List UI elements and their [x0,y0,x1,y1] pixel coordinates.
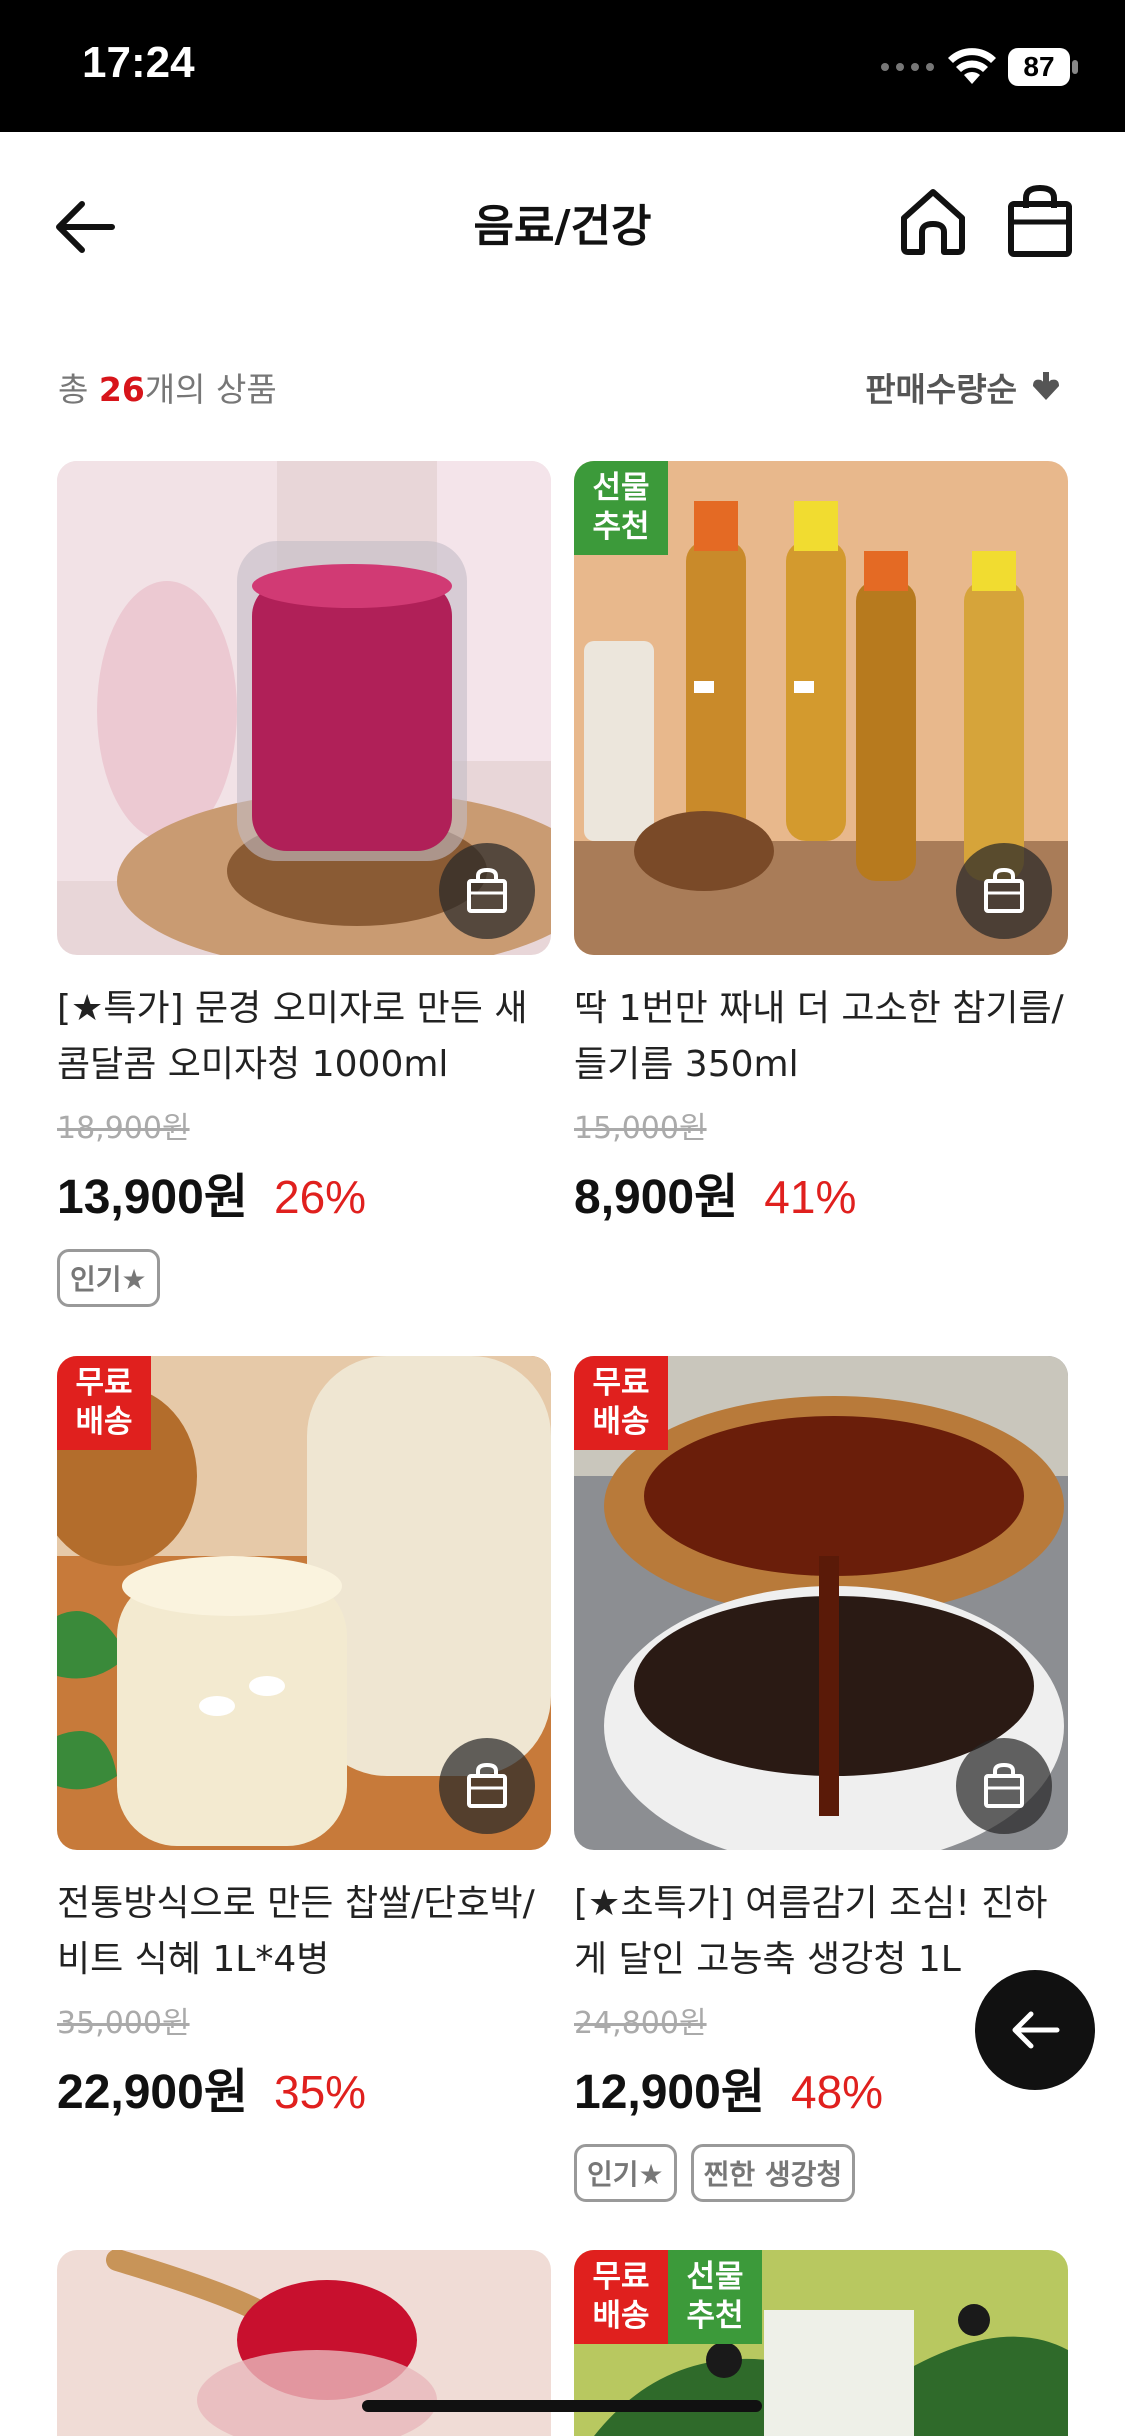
wifi-icon [948,48,996,84]
add-to-cart-button[interactable] [439,843,535,939]
shopping-bag-icon [984,867,1024,913]
battery-percent: 87 [1023,51,1055,82]
add-to-cart-button[interactable] [956,843,1052,939]
product-name[interactable]: 딱 1번만 짜내 더 고소한 참기름/들기름 350ml [574,981,1068,1093]
product-name[interactable]: 전통방식으로 만든 찹쌀/단호박/비트 식혜 1L*4병 [57,1876,551,1988]
free-shipping-badge: 무료 배송 [57,1356,151,1450]
battery-icon: 87 [1008,48,1080,86]
arrow-left-icon [1012,2011,1060,2049]
original-price: 18,900원 [57,1111,190,1146]
badge-group: 무료 배송 선물 추천 [574,2250,762,2344]
original-price: 35,000원 [57,2006,190,2041]
product-card[interactable]: 무료 배송 [★초특가] 여름감기 조심! 진하게 달인 고농축 생강청 1L 2… [574,1356,1068,2202]
shopping-bag-icon [984,1762,1024,1808]
gift-recommend-badge: 선물 추천 [668,2250,762,2344]
badge-group: 무료 배송 [574,1356,668,1450]
original-price: 15,000원 [574,1111,707,1146]
sale-price: 13,900원 [57,1171,248,1224]
tag-list: 인기★ [57,1249,551,1307]
product-image[interactable]: 무료 배송 [57,1356,551,1850]
add-to-cart-button[interactable] [956,1738,1052,1834]
product-name[interactable]: [★초특가] 여름감기 조심! 진하게 달인 고농축 생강청 1L [574,1876,1068,1988]
sale-price: 12,900원 [574,2066,765,2119]
product-image[interactable]: 선물 추천 [574,461,1068,955]
count-number: 26 [98,370,145,409]
product-card[interactable]: [★특가] 문경 오미자로 만든 새콤달콤 오미자청 1000ml 18,900… [57,461,551,1307]
product-count: 총 26개의 상품 [58,363,277,411]
discount-rate: 35% [273,2066,367,2118]
free-shipping-badge: 무료 배송 [574,2250,668,2344]
home-icon[interactable] [896,184,970,258]
price-line: 13,900원 26% [57,1157,551,1227]
signal-dots-icon [881,63,934,71]
sort-label: 판매수량순 [865,370,1017,409]
count-suffix: 개의 상품 [144,370,277,409]
product-image[interactable]: 무료 배송 [574,1356,1068,1850]
product-card[interactable]: 선물 추천 딱 1번만 짜내 더 고소한 참기름/들기름 350ml 15,000… [574,461,1068,1227]
tag-chip: 찐한 생강청 [690,2144,856,2202]
chevron-down-icon [1033,372,1059,400]
home-indicator[interactable] [362,2400,762,2412]
price-line: 8,900원 41% [574,1157,1068,1227]
sort-dropdown[interactable]: 판매수량순 [865,363,1063,411]
product-image[interactable] [57,461,551,955]
status-bar: 17:24 87 [0,0,1125,132]
product-name[interactable]: [★특가] 문경 오미자로 만든 새콤달콤 오미자청 1000ml [57,981,551,1093]
header-bar: 음료/건강 [0,132,1125,312]
discount-rate: 48% [790,2066,884,2118]
status-time: 17:24 [82,38,195,87]
shopping-bag-icon [467,867,507,913]
tag-list: 인기★ 찐한 생강청 [574,2144,1068,2202]
sale-price: 8,900원 [574,1171,739,1224]
shopping-bag-icon[interactable] [1006,184,1074,258]
shopping-bag-icon [467,1762,507,1808]
badge-group: 선물 추천 [574,461,668,555]
discount-rate: 41% [764,1171,857,1223]
tag-chip: 인기★ [57,1249,160,1307]
gift-recommend-badge: 선물 추천 [574,461,668,555]
tag-chip: 인기★ [574,2144,677,2202]
price-line: 22,900원 35% [57,2052,551,2122]
sale-price: 22,900원 [57,2066,248,2119]
scroll-back-button[interactable] [975,1970,1095,2090]
free-shipping-badge: 무료 배송 [574,1356,668,1450]
product-card[interactable]: 무료 배송 전통방식으로 만든 찹쌀/단호박/비트 식혜 1L*4병 35,000… [57,1356,551,2122]
badge-group: 무료 배송 [57,1356,151,1450]
add-to-cart-button[interactable] [439,1738,535,1834]
count-prefix: 총 [58,370,99,409]
discount-rate: 26% [273,1171,367,1223]
